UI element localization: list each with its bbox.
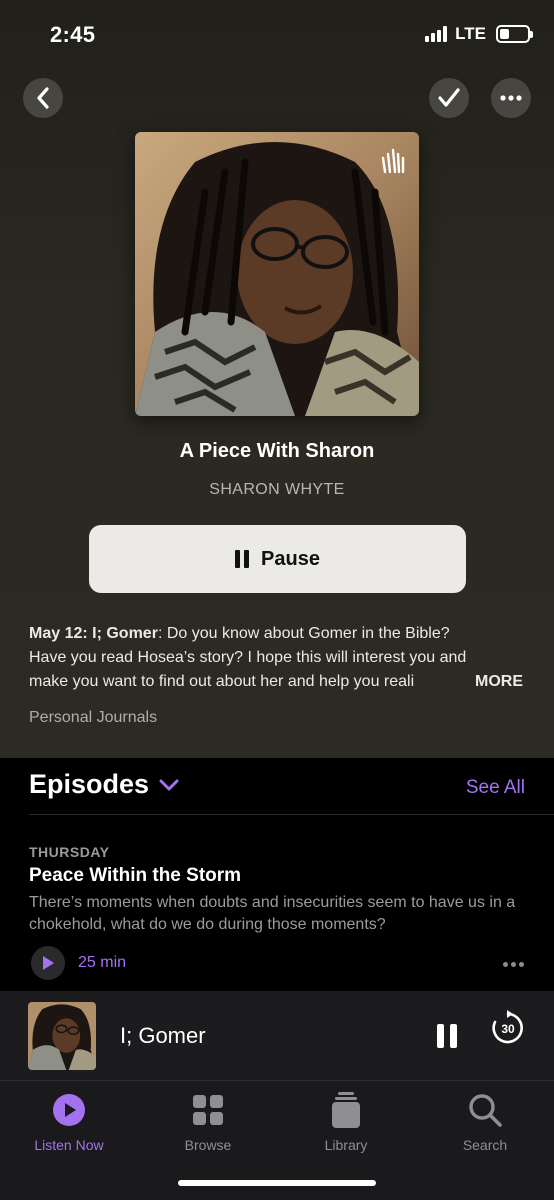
skip-forward-button[interactable]: 30	[489, 1009, 527, 1047]
chevron-left-icon	[37, 87, 49, 109]
tab-browse[interactable]: Browse	[153, 1091, 263, 1153]
description-line-1: May 12: I; Gomer: Do you know about Gome…	[29, 622, 529, 646]
tab-label: Library	[324, 1137, 368, 1153]
skip-seconds-label: 30	[501, 1022, 515, 1036]
episode-summary: There’s moments when doubts and insecuri…	[29, 894, 516, 933]
status-time: 2:45	[50, 22, 96, 47]
tab-label: Listen Now	[34, 1137, 104, 1153]
divider	[29, 814, 554, 815]
play-circle-icon	[53, 1094, 85, 1126]
tab-label: Search	[462, 1137, 508, 1153]
episode-title: Peace Within the Storm	[29, 865, 242, 886]
episode-duration: 25 min	[78, 954, 127, 971]
tab-library[interactable]: Library	[291, 1091, 401, 1153]
play-icon	[43, 956, 54, 970]
stack-icon	[332, 1092, 360, 1128]
episode-more-button[interactable]	[503, 962, 524, 967]
episode-day: THURSDAY	[29, 844, 110, 860]
pause-button-label: Pause	[261, 547, 320, 570]
tab-label: Browse	[184, 1137, 232, 1153]
network-label: LTE	[455, 24, 486, 43]
tab-listen-now[interactable]: Listen Now	[14, 1091, 124, 1153]
episode-description: May 12: I; Gomer: Do you know about Gome…	[29, 622, 529, 694]
episodes-heading: Episodes	[29, 769, 150, 799]
tab-search[interactable]: Search	[430, 1091, 540, 1153]
search-icon	[469, 1094, 502, 1127]
mini-player[interactable]: I; Gomer 30	[0, 991, 554, 1081]
genre-label[interactable]: Personal Journals	[29, 709, 157, 727]
battery-icon	[496, 25, 533, 43]
back-button[interactable]	[23, 78, 63, 118]
see-all-link[interactable]: See All	[466, 777, 525, 799]
pause-button[interactable]: Pause	[89, 525, 466, 593]
description-heading: May 12: I; Gomer	[29, 625, 158, 642]
episode-play-button[interactable]	[31, 946, 65, 980]
description-line-3-text: make you want to find out about her and …	[29, 673, 415, 690]
description-line-1-text: : Do you know about Gomer in the Bible?	[157, 625, 450, 642]
description-line-2: Have you read Hosea’s story? I hope this…	[29, 649, 467, 666]
mini-player-artwork	[28, 1002, 96, 1070]
signal-icon	[425, 26, 448, 42]
more-options-button[interactable]	[491, 78, 531, 118]
podcast-author[interactable]: SHARON WHYTE	[0, 481, 554, 499]
more-link[interactable]: MORE	[475, 670, 523, 694]
chevron-down-icon	[159, 779, 179, 790]
pause-icon	[235, 550, 250, 568]
podcast-title: A Piece With Sharon	[179, 440, 375, 462]
checkmark-icon	[438, 88, 460, 107]
ellipsis-icon	[500, 95, 522, 101]
mini-player-title: I; Gomer	[120, 1023, 206, 1048]
mini-pause-button[interactable]	[437, 1024, 457, 1048]
home-indicator[interactable]	[178, 1180, 376, 1186]
episodes-selector[interactable]: Episodes	[29, 769, 179, 800]
status-indicators: LTE	[425, 24, 533, 44]
podcast-artwork	[135, 132, 419, 416]
follow-button[interactable]	[429, 78, 469, 118]
grid-icon	[193, 1095, 223, 1125]
skip-forward-30-icon: 30	[492, 1010, 523, 1044]
description-line-3: make you want to find out about her and …	[29, 670, 529, 694]
